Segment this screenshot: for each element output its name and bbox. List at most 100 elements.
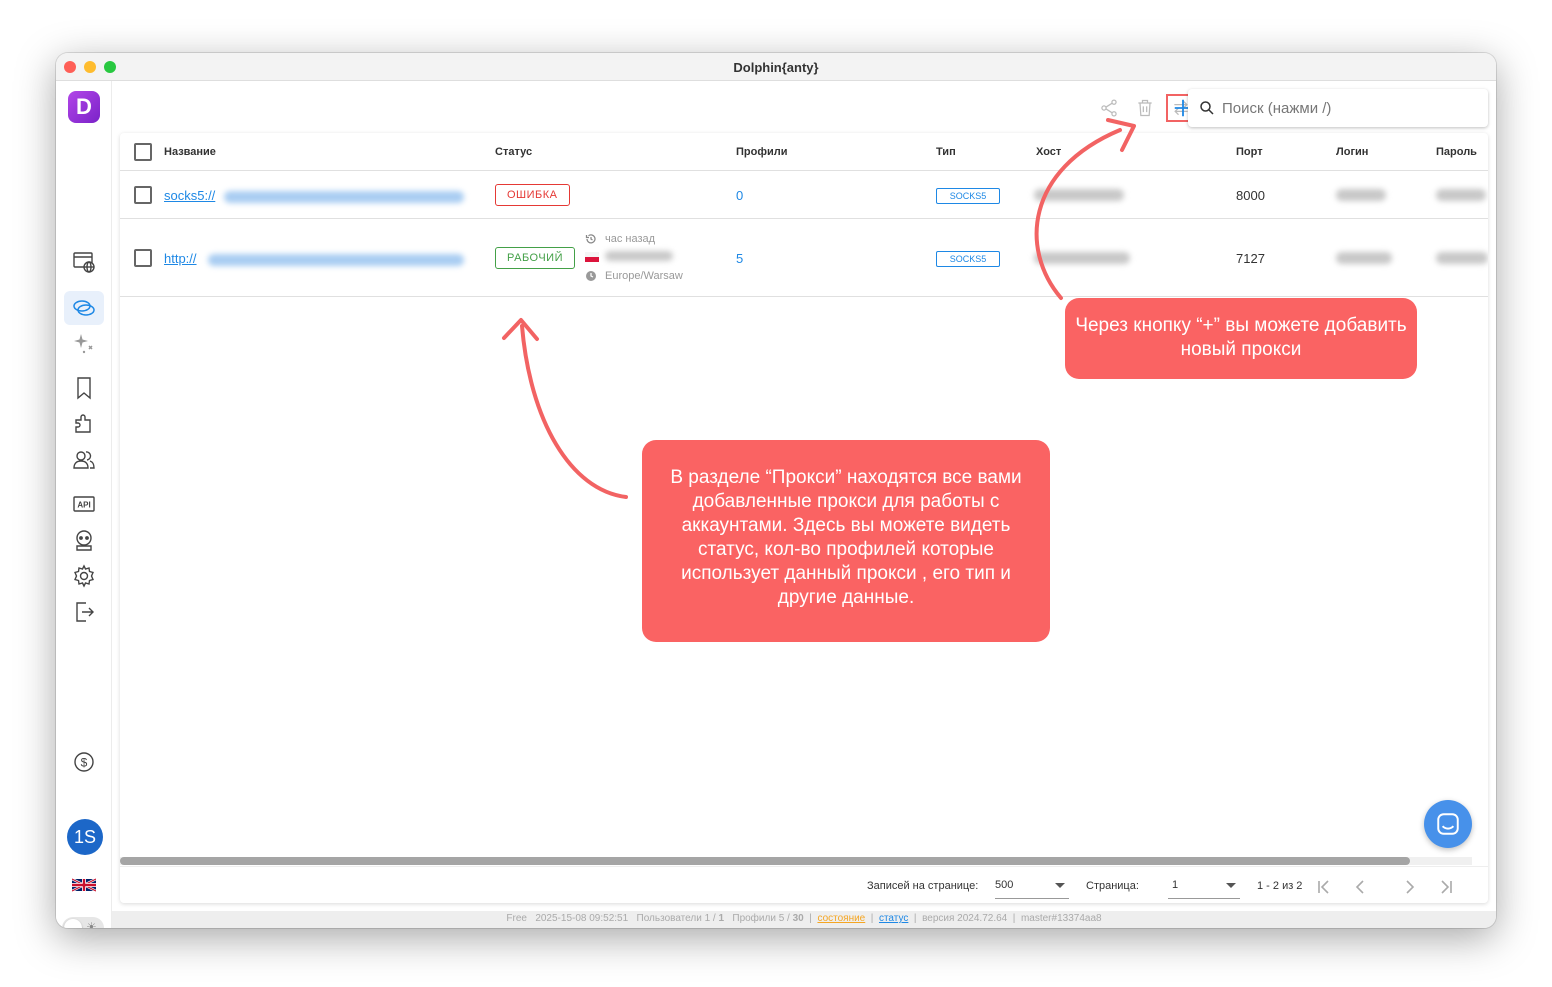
poland-flag-icon — [585, 252, 599, 262]
column-header-name[interactable]: Название — [164, 146, 216, 158]
theme-toggle[interactable]: ☀ — [62, 917, 104, 928]
bookmark-icon — [77, 377, 91, 400]
redacted-host — [1034, 252, 1130, 264]
sidebar-item-browser-profiles[interactable] — [64, 245, 104, 279]
page-label: Страница: — [1086, 880, 1139, 892]
per-page-label: Записей на странице: — [867, 880, 979, 892]
trash-icon — [1138, 99, 1152, 117]
search-icon — [1200, 101, 1214, 115]
proxy-name-link[interactable]: socks5:// — [164, 188, 215, 203]
uk-flag-icon[interactable] — [72, 877, 96, 893]
browser-globe-icon — [73, 252, 95, 273]
avatar[interactable]: 1S — [67, 819, 103, 855]
sidebar-item-billing[interactable]: $ — [64, 745, 104, 779]
timezone: Europe/Warsaw — [605, 270, 683, 282]
sidebar-item-logout[interactable] — [64, 595, 104, 629]
svg-text:API: API — [77, 501, 90, 510]
delete-button[interactable] — [1134, 97, 1156, 119]
clock-icon — [586, 271, 596, 281]
redacted-host — [1034, 189, 1124, 201]
status-link[interactable]: статус — [879, 913, 908, 924]
profiles-count-link[interactable]: 0 — [736, 188, 743, 203]
status-datetime: 2025-15-08 09:52:51 — [535, 913, 629, 924]
pagination: Записей на странице: 500 Страница: 1 1 -… — [120, 866, 1488, 903]
redacted-password — [1436, 189, 1486, 201]
sun-icon: ☀ — [86, 920, 97, 928]
status-badge: ОШИБКА — [495, 184, 570, 206]
first-page-button[interactable] — [1314, 877, 1334, 897]
first-page-icon — [1318, 880, 1329, 894]
column-header-status[interactable]: Статус — [495, 146, 532, 158]
column-header-type[interactable]: Тип — [936, 146, 956, 158]
scrollbar-thumb[interactable] — [120, 857, 1410, 865]
prev-page-button[interactable] — [1350, 877, 1370, 897]
row-checkbox[interactable] — [134, 249, 152, 267]
callout-proxies-section: В разделе “Прокси” находятся все вами до… — [642, 440, 1050, 642]
history-icon — [585, 234, 596, 244]
search-input[interactable] — [1222, 97, 1472, 119]
status-line: Free 2025-15-08 09:52:51 Пользователи 1 … — [506, 913, 1102, 924]
sidebar-item-robot[interactable] — [64, 523, 104, 557]
users-max: 1 — [718, 913, 725, 924]
sidebar-item-api[interactable]: API — [64, 487, 104, 521]
column-header-host[interactable]: Хост — [1036, 146, 1061, 158]
window-title: Dolphin{anty} — [733, 60, 819, 75]
title-bar: Dolphin{anty} — [56, 53, 1496, 81]
per-page-value: 500 — [995, 879, 1014, 891]
callout-add-proxy: Через кнопку “+” вы можете добавить новы… — [1065, 298, 1417, 379]
redacted-password — [1436, 252, 1488, 264]
robot-icon — [76, 530, 92, 551]
sidebar-item-automation[interactable] — [64, 327, 104, 361]
table-row[interactable]: socks5:// ОШИБКА 0 SOCKS5 8000 — [120, 171, 1488, 219]
profiles-count-link[interactable]: 5 — [736, 251, 743, 266]
search-box — [1188, 89, 1488, 127]
select-all-checkbox[interactable] — [134, 143, 152, 161]
page-select[interactable]: 1 — [1168, 875, 1240, 899]
chevron-left-icon — [1355, 880, 1364, 894]
app-logo[interactable]: D — [68, 91, 100, 123]
sidebar-item-proxies[interactable] — [64, 291, 104, 325]
last-page-button[interactable] — [1436, 877, 1456, 897]
redacted-proxy-address — [208, 254, 464, 266]
sidebar-item-users[interactable] — [64, 443, 104, 477]
table-row[interactable]: http:// РАБОЧИЙ час назад Europe/Warsaw … — [120, 219, 1488, 297]
sidebar-item-extensions[interactable] — [64, 407, 104, 441]
column-header-password[interactable]: Пароль — [1436, 146, 1477, 158]
horizontal-scrollbar[interactable] — [120, 857, 1472, 865]
page-value: 1 — [1172, 879, 1179, 891]
api-icon: API — [73, 496, 95, 512]
sidebar-item-settings[interactable] — [64, 559, 104, 593]
svg-text:$: $ — [81, 756, 88, 770]
last-page-icon — [1441, 880, 1452, 894]
sidebar: D API $ 1S ☀ — [56, 81, 112, 928]
profiles-max: 30 — [792, 913, 804, 924]
users-usage: Пользователи 1 / — [636, 913, 716, 924]
column-header-port[interactable]: Порт — [1236, 146, 1263, 158]
gear-icon — [74, 564, 94, 588]
type-badge: SOCKS5 — [936, 251, 1000, 267]
share-icon — [1101, 99, 1117, 117]
sidebar-item-bookmarks[interactable] — [64, 371, 104, 405]
per-page-select[interactable]: 500 — [995, 875, 1069, 899]
support-chat-button[interactable] — [1424, 800, 1472, 848]
last-check-time: час назад — [605, 233, 656, 245]
dollar-icon: $ — [74, 752, 94, 772]
sparkle-icon — [74, 334, 93, 354]
state-link[interactable]: состояние — [817, 913, 865, 924]
proxy-name-link[interactable]: http:// — [164, 251, 197, 266]
next-page-button[interactable] — [1400, 877, 1420, 897]
puzzle-icon — [75, 414, 91, 433]
users-icon — [73, 451, 95, 469]
redacted-login — [1336, 189, 1386, 201]
row-checkbox[interactable] — [134, 186, 152, 204]
logout-icon — [76, 602, 94, 622]
port-value: 8000 — [1236, 188, 1265, 203]
table-header: Название Статус Профили Тип Хост Порт Ло… — [120, 133, 1488, 171]
redacted-login — [1336, 252, 1392, 264]
status-bar: Free 2025-15-08 09:52:51 Пользователи 1 … — [112, 911, 1496, 928]
column-header-login[interactable]: Логин — [1336, 146, 1368, 158]
app-version: версия 2024.72.64 — [922, 913, 1008, 924]
column-header-profiles[interactable]: Профили — [736, 146, 787, 158]
share-button[interactable] — [1098, 97, 1120, 119]
caret-down-icon — [1055, 883, 1065, 888]
